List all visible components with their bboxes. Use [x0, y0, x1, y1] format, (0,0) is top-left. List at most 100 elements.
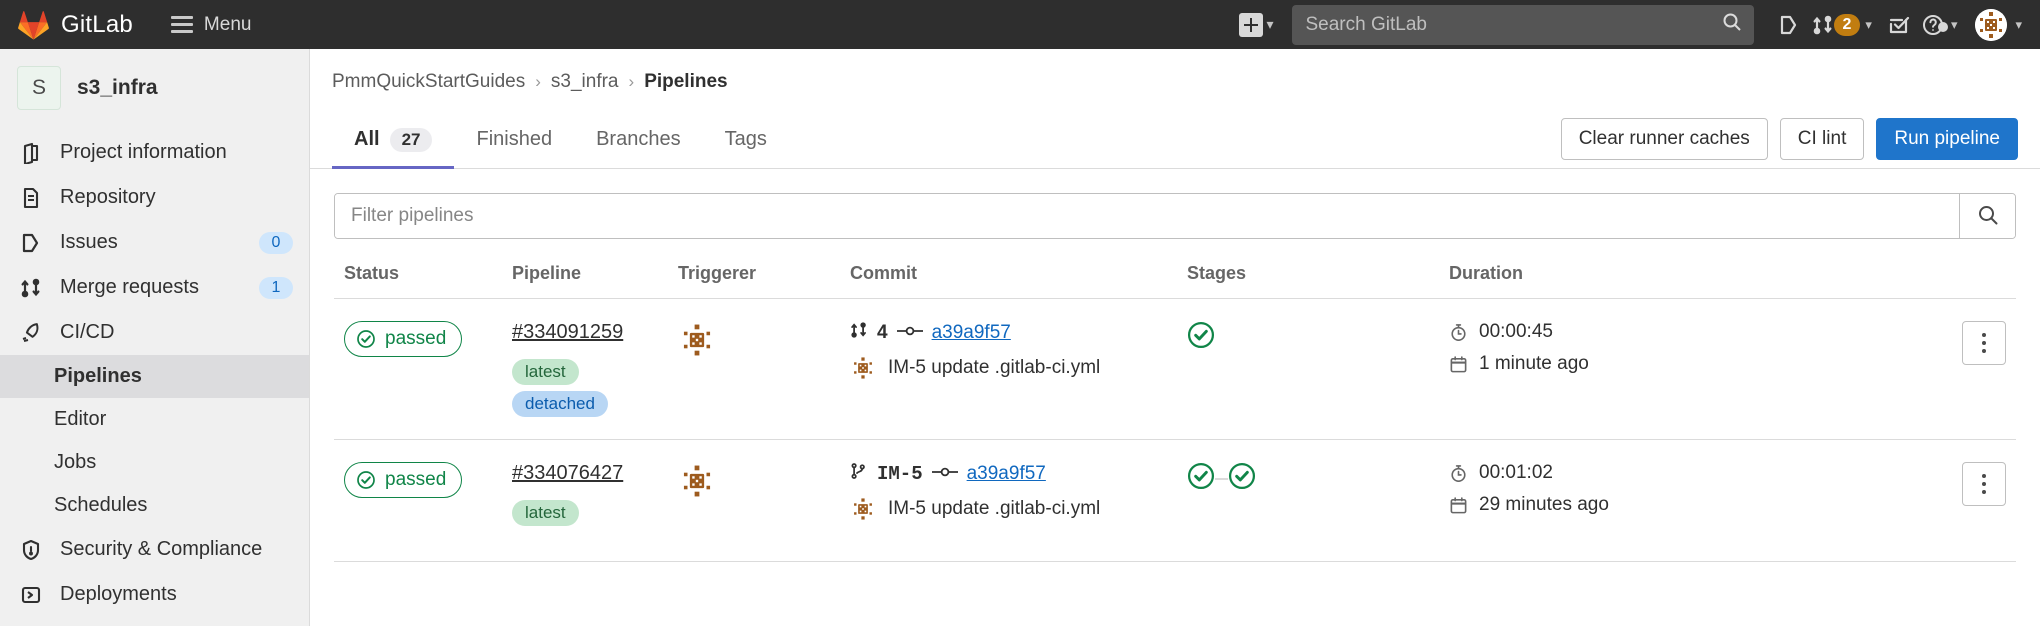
- filter-row: [310, 169, 2040, 239]
- merge-requests-count-badge: 2: [1834, 14, 1861, 36]
- pipeline-actions-menu-button[interactable]: [1962, 462, 2006, 506]
- gitlab-app: GitLab Menu ▾ Search GitLab: [0, 0, 2040, 626]
- commit-sha-link[interactable]: a39a9f57: [967, 463, 1046, 485]
- kebab-dot: [1982, 333, 1986, 337]
- sidebar-item-ci-cd[interactable]: CI/CD: [0, 310, 309, 355]
- sidebar-item-project-information[interactable]: Project information: [0, 130, 309, 175]
- run-pipeline-button[interactable]: Run pipeline: [1876, 118, 2018, 160]
- ci-lint-button[interactable]: CI lint: [1780, 118, 1865, 160]
- commit-author-avatar[interactable]: [850, 355, 876, 381]
- merge-request-ref[interactable]: 4: [877, 322, 888, 344]
- project-name: s3_infra: [77, 76, 158, 100]
- create-new-dropdown[interactable]: ▾: [1239, 13, 1277, 37]
- stage-status-icon[interactable]: [1228, 462, 1256, 495]
- column-header-stages: Stages: [1187, 263, 1449, 284]
- user-menu[interactable]: ▾: [1965, 9, 2026, 41]
- gitlab-home-link[interactable]: GitLab: [18, 10, 133, 40]
- sidebar-item-label: CI/CD: [60, 321, 293, 344]
- main-content: PmmQuickStartGuides › s3_infra › Pipelin…: [310, 49, 2040, 626]
- pipeline-finished-time: 29 minutes ago: [1479, 494, 1609, 516]
- merge-request-icon: [850, 321, 868, 345]
- pipeline-id-link[interactable]: #334076427: [512, 462, 678, 485]
- sidebar-item-schedules[interactable]: Schedules: [0, 484, 309, 527]
- branch-icon: [850, 462, 868, 486]
- kebab-dot: [1982, 349, 1986, 353]
- pipeline-finished-time: 1 minute ago: [1479, 353, 1589, 375]
- breadcrumb-project[interactable]: s3_infra: [551, 71, 619, 93]
- sidebar-item-label: Repository: [60, 186, 293, 209]
- row-actions-cell: [1926, 462, 2006, 506]
- issues-nav-icon[interactable]: [1770, 6, 1808, 44]
- search-input[interactable]: [335, 194, 1959, 238]
- rocket-icon: [18, 322, 44, 344]
- issues-icon: [18, 232, 44, 254]
- clear-runner-caches-button[interactable]: Clear runner caches: [1561, 118, 1768, 160]
- sidebar-item-deployments[interactable]: Deployments: [0, 572, 309, 617]
- hamburger-icon: [171, 16, 193, 33]
- kebab-dot: [1982, 474, 1986, 478]
- pipeline-cell: #334091259 latest detached: [512, 321, 678, 417]
- shield-icon: [18, 539, 44, 561]
- merge-requests-count-badge: 1: [259, 277, 293, 299]
- commit-cell: 4 a39a9f57: [850, 321, 1187, 381]
- duration-cell: 00:00:45 1 minute ago: [1449, 321, 1926, 385]
- help-nav-icon[interactable]: ▾: [1922, 6, 1962, 44]
- issues-count-badge: 0: [259, 232, 293, 254]
- pipeline-actions-menu-button[interactable]: [1962, 321, 2006, 365]
- merge-requests-nav-icon[interactable]: 2 ▾: [1812, 6, 1876, 44]
- commit-message[interactable]: IM-5 update .gitlab-ci.yml: [888, 357, 1100, 379]
- sidebar-item-repository[interactable]: Repository: [0, 175, 309, 220]
- status-badge[interactable]: passed: [344, 462, 462, 498]
- commit-author-avatar[interactable]: [850, 496, 876, 522]
- todos-nav-icon[interactable]: [1880, 6, 1918, 44]
- column-header-pipeline: Pipeline: [512, 263, 678, 284]
- gitlab-logo-icon: [18, 10, 49, 40]
- triggerer-avatar[interactable]: [678, 321, 716, 359]
- stages-cell: [1187, 462, 1449, 495]
- stage-status-icon[interactable]: [1187, 462, 1215, 495]
- main-menu-button[interactable]: Menu: [161, 8, 262, 42]
- commit-sha-link[interactable]: a39a9f57: [932, 322, 1011, 344]
- stages-list: [1187, 462, 1449, 495]
- breadcrumb-separator: ›: [535, 72, 541, 92]
- filter-bar: [334, 193, 2016, 239]
- breadcrumb-group[interactable]: PmmQuickStartGuides: [332, 71, 525, 93]
- calendar-icon: [1449, 355, 1468, 374]
- sidebar-item-pipelines[interactable]: Pipelines: [0, 355, 309, 398]
- stage-status-icon[interactable]: [1187, 321, 1215, 354]
- pipeline-tag-latest: latest: [512, 359, 579, 385]
- project-sidebar: S s3_infra Project information: [0, 49, 310, 626]
- stage-connector: [1215, 478, 1228, 480]
- pipeline-tabs: All 27 Finished Branches Tags: [332, 113, 789, 168]
- filter-search-button[interactable]: [1959, 194, 2015, 238]
- chevron-down-icon: ▾: [1865, 17, 1872, 33]
- sidebar-nav-list: Project information Repository: [0, 126, 309, 617]
- pipeline-id-link[interactable]: #334091259: [512, 321, 678, 344]
- chevron-down-icon: ▾: [1951, 17, 1958, 33]
- status-badge[interactable]: passed: [344, 321, 462, 357]
- project-avatar: S: [17, 66, 61, 110]
- sidebar-item-editor[interactable]: Editor: [0, 398, 309, 441]
- triggerer-avatar[interactable]: [678, 462, 716, 500]
- pipeline-status-cell: passed: [344, 321, 512, 357]
- pipelines-tabbar: All 27 Finished Branches Tags Clear runn…: [310, 113, 2040, 169]
- pipeline-status-cell: passed: [344, 462, 512, 498]
- commit-message[interactable]: IM-5 update .gitlab-ci.yml: [888, 498, 1100, 520]
- status-label: passed: [385, 469, 446, 491]
- search-icon: [1977, 204, 1999, 229]
- project-header-link[interactable]: S s3_infra: [0, 49, 309, 126]
- sidebar-item-issues[interactable]: Issues 0: [0, 220, 309, 265]
- breadcrumb: PmmQuickStartGuides › s3_infra › Pipelin…: [310, 49, 2040, 113]
- chevron-down-icon: ▾: [1266, 16, 1273, 33]
- tab-branches[interactable]: Branches: [574, 113, 703, 169]
- check-circle-icon: [356, 470, 376, 490]
- tab-finished[interactable]: Finished: [454, 113, 574, 169]
- sidebar-item-security-compliance[interactable]: Security & Compliance: [0, 527, 309, 572]
- tab-tags[interactable]: Tags: [703, 113, 789, 169]
- global-search-input[interactable]: Search GitLab: [1292, 5, 1754, 45]
- branch-ref[interactable]: IM-5: [877, 463, 923, 485]
- deployments-icon: [18, 584, 44, 606]
- tab-all[interactable]: All 27: [332, 113, 454, 169]
- sidebar-item-jobs[interactable]: Jobs: [0, 441, 309, 484]
- sidebar-item-merge-requests[interactable]: Merge requests 1: [0, 265, 309, 310]
